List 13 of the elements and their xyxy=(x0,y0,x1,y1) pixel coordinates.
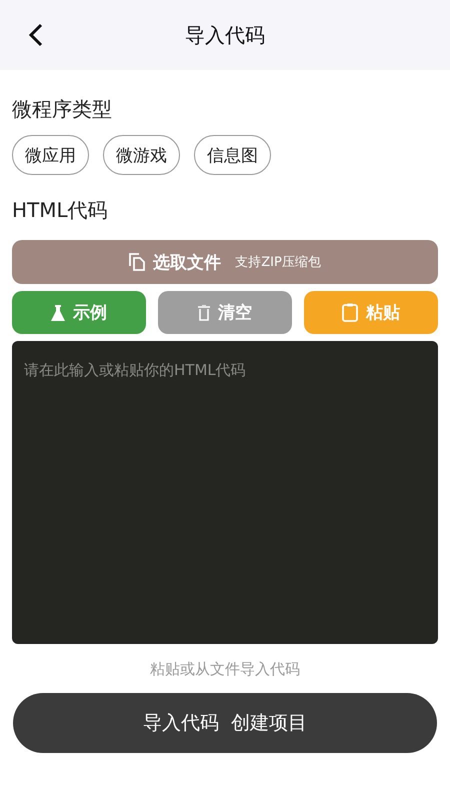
type-chip[interactable]: 微游戏 xyxy=(103,135,180,175)
type-chip[interactable]: 微应用 xyxy=(12,135,89,175)
trash-icon xyxy=(198,304,210,320)
code-editor[interactable]: 请在此输入或粘贴你的HTML代码 xyxy=(12,341,438,644)
page-title: 导入代码 xyxy=(185,22,265,48)
hint-text: 粘贴或从文件导入代码 xyxy=(150,660,300,679)
type-chip[interactable]: 信息图 xyxy=(194,135,271,175)
clipboard-icon xyxy=(342,303,358,322)
flask-icon xyxy=(51,304,65,320)
import-button[interactable]: 导入代码 创建项目 xyxy=(13,693,437,753)
section-label: 微程序类型 xyxy=(12,96,112,123)
copy-icon xyxy=(129,253,146,271)
section-label: HTML代码 xyxy=(12,197,108,224)
